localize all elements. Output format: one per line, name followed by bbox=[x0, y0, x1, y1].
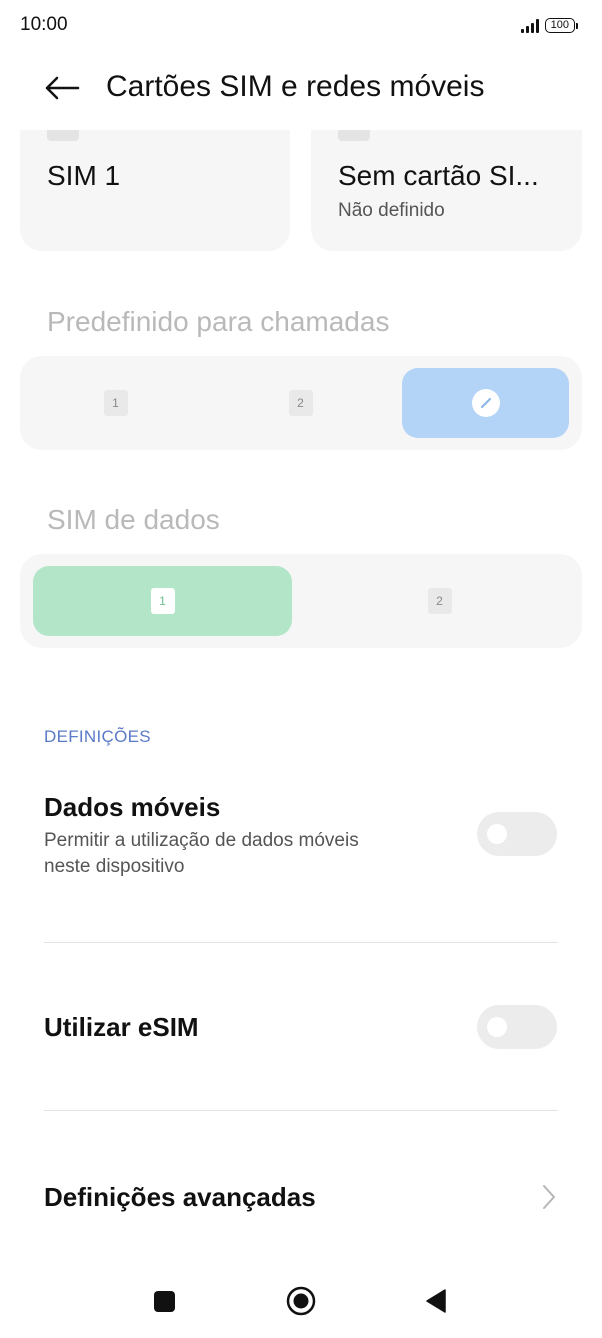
battery-icon: 100 bbox=[544, 18, 578, 33]
calls-option-ask[interactable] bbox=[402, 368, 569, 438]
recents-button[interactable] bbox=[140, 1280, 188, 1322]
sim-icon: 1 bbox=[103, 390, 128, 416]
sim-card-icon bbox=[338, 130, 370, 141]
esim-title: Utilizar eSIM bbox=[44, 1012, 199, 1042]
data-option-sim2[interactable]: 2 bbox=[310, 566, 569, 636]
calls-selector: 1 2 bbox=[20, 356, 582, 450]
mobile-data-toggle[interactable] bbox=[477, 812, 557, 856]
esim-toggle[interactable] bbox=[477, 1005, 557, 1049]
sim-card-1[interactable]: SIM 1 bbox=[20, 130, 290, 251]
calls-section-title: Predefinido para chamadas bbox=[47, 306, 390, 337]
divider bbox=[44, 1110, 558, 1111]
divider bbox=[44, 942, 558, 943]
advanced-settings-row[interactable]: Definições avançadas bbox=[0, 1160, 602, 1234]
mobile-data-row[interactable]: Dados móveis Permitir a utilização de da… bbox=[0, 780, 602, 920]
settings-section-label: DEFINIÇÕES bbox=[44, 727, 151, 746]
sim-icon: 1 bbox=[150, 588, 175, 614]
advanced-settings-title: Definições avançadas bbox=[44, 1182, 316, 1212]
mobile-data-subtitle-line1: Permitir a utilização de dados móveis bbox=[44, 830, 359, 851]
sim-card-name: SIM 1 bbox=[47, 160, 121, 191]
esim-row[interactable]: Utilizar eSIM bbox=[0, 990, 602, 1070]
battery-level: 100 bbox=[544, 18, 575, 33]
mobile-data-title: Dados móveis bbox=[44, 792, 221, 822]
back-nav-button[interactable] bbox=[412, 1280, 460, 1322]
chevron-right-icon bbox=[543, 1185, 555, 1209]
sim-icon: 2 bbox=[427, 588, 452, 614]
sim-card-name: Sem cartão SI... bbox=[338, 160, 539, 191]
home-button[interactable] bbox=[277, 1280, 325, 1322]
recents-icon bbox=[153, 1290, 175, 1312]
back-icon bbox=[426, 1289, 446, 1313]
data-option-sim1[interactable]: 1 bbox=[33, 566, 292, 636]
toggle-knob bbox=[487, 824, 507, 844]
home-icon bbox=[286, 1286, 316, 1316]
sim-card-2[interactable]: Sem cartão SI... Não definido bbox=[311, 130, 582, 251]
page-title: Cartões SIM e redes móveis bbox=[106, 70, 485, 103]
sim-icon: 2 bbox=[288, 390, 313, 416]
sim-card-status: Não definido bbox=[338, 200, 445, 221]
signal-icon bbox=[520, 18, 539, 33]
data-sim-selector: 1 2 bbox=[20, 554, 582, 648]
data-sim-section-title: SIM de dados bbox=[47, 504, 220, 535]
toggle-knob bbox=[487, 1017, 507, 1037]
sim-card-icon bbox=[47, 130, 79, 141]
status-time: 10:00 bbox=[20, 14, 68, 35]
arrow-left-icon bbox=[45, 76, 80, 100]
calls-option-sim1[interactable]: 1 bbox=[32, 368, 199, 438]
status-indicators: 100 bbox=[520, 18, 578, 33]
mobile-data-subtitle-line2: neste dispositivo bbox=[44, 856, 185, 877]
back-button[interactable] bbox=[40, 70, 84, 106]
calls-option-sim2[interactable]: 2 bbox=[217, 368, 384, 438]
pencil-icon bbox=[471, 389, 500, 417]
